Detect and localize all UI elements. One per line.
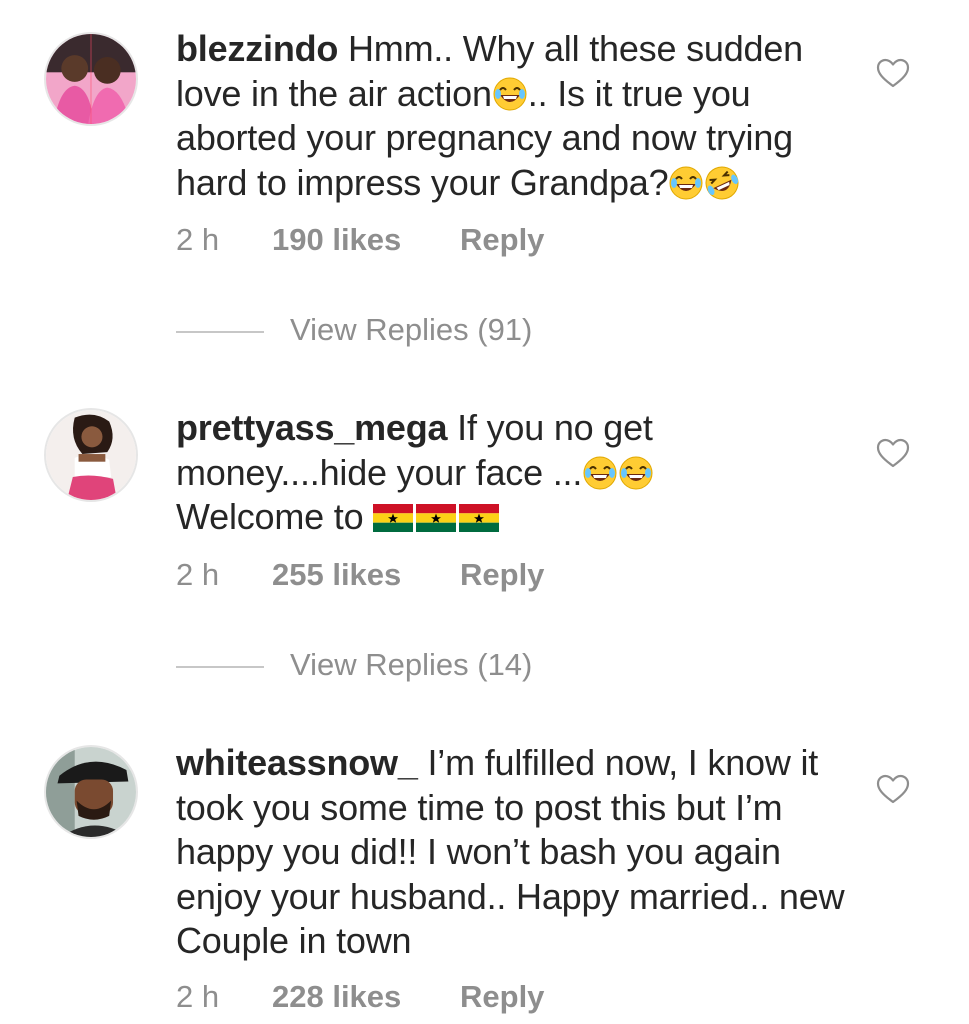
comment-text: whiteassnow_ I’m fulfilled now, I know i…: [176, 741, 846, 964]
reply-button[interactable]: Reply: [460, 222, 544, 258]
heart-outline-icon[interactable]: [876, 774, 910, 804]
ghana-flag-icon: [459, 504, 500, 532]
comment-meta: 2 h 190 likes Reply: [176, 222, 544, 258]
joy-emoji-icon: [493, 77, 527, 111]
comment-meta: 2 h 228 likes Reply: [176, 979, 544, 1015]
comment-likes-count[interactable]: 255 likes: [272, 557, 460, 593]
avatar[interactable]: [44, 408, 138, 502]
rofl-emoji-icon: [705, 166, 739, 200]
heart-outline-icon[interactable]: [876, 58, 910, 88]
comment-username[interactable]: prettyass_mega: [176, 407, 448, 448]
comment-timestamp: 2 h: [176, 979, 220, 1014]
divider-line: [176, 331, 264, 333]
comment-likes-count[interactable]: 190 likes: [272, 222, 460, 258]
comment-likes-count[interactable]: 228 likes: [272, 979, 460, 1015]
ghana-flag-icon: [373, 504, 414, 532]
comment-body-continued: Welcome to: [176, 496, 364, 537]
comment-text: blezzindo Hmm.. Why all these sudden lov…: [176, 27, 846, 205]
reply-button[interactable]: Reply: [460, 979, 544, 1015]
joy-emoji-icon: [669, 166, 703, 200]
view-replies-label: View Replies (14): [290, 647, 533, 682]
comment-meta: 2 h 255 likes Reply: [176, 557, 544, 593]
reply-button[interactable]: Reply: [460, 557, 544, 593]
avatar[interactable]: [44, 32, 138, 126]
view-replies-button[interactable]: View Replies (91): [176, 312, 532, 348]
heart-outline-icon[interactable]: [876, 438, 910, 468]
comment-username[interactable]: blezzindo: [176, 28, 338, 69]
comment-timestamp: 2 h: [176, 222, 220, 257]
view-replies-button[interactable]: View Replies (14): [176, 647, 532, 683]
comment-username[interactable]: whiteassnow_: [176, 742, 418, 783]
avatar[interactable]: [44, 745, 138, 839]
view-replies-label: View Replies (91): [290, 312, 533, 347]
ghana-flag-icon: [416, 504, 457, 532]
divider-line: [176, 666, 264, 668]
comment-timestamp: 2 h: [176, 557, 220, 592]
joy-emoji-icon: [583, 456, 617, 490]
joy-emoji-icon: [619, 456, 653, 490]
comment-text: prettyass_mega If you no get money....hi…: [176, 406, 846, 540]
